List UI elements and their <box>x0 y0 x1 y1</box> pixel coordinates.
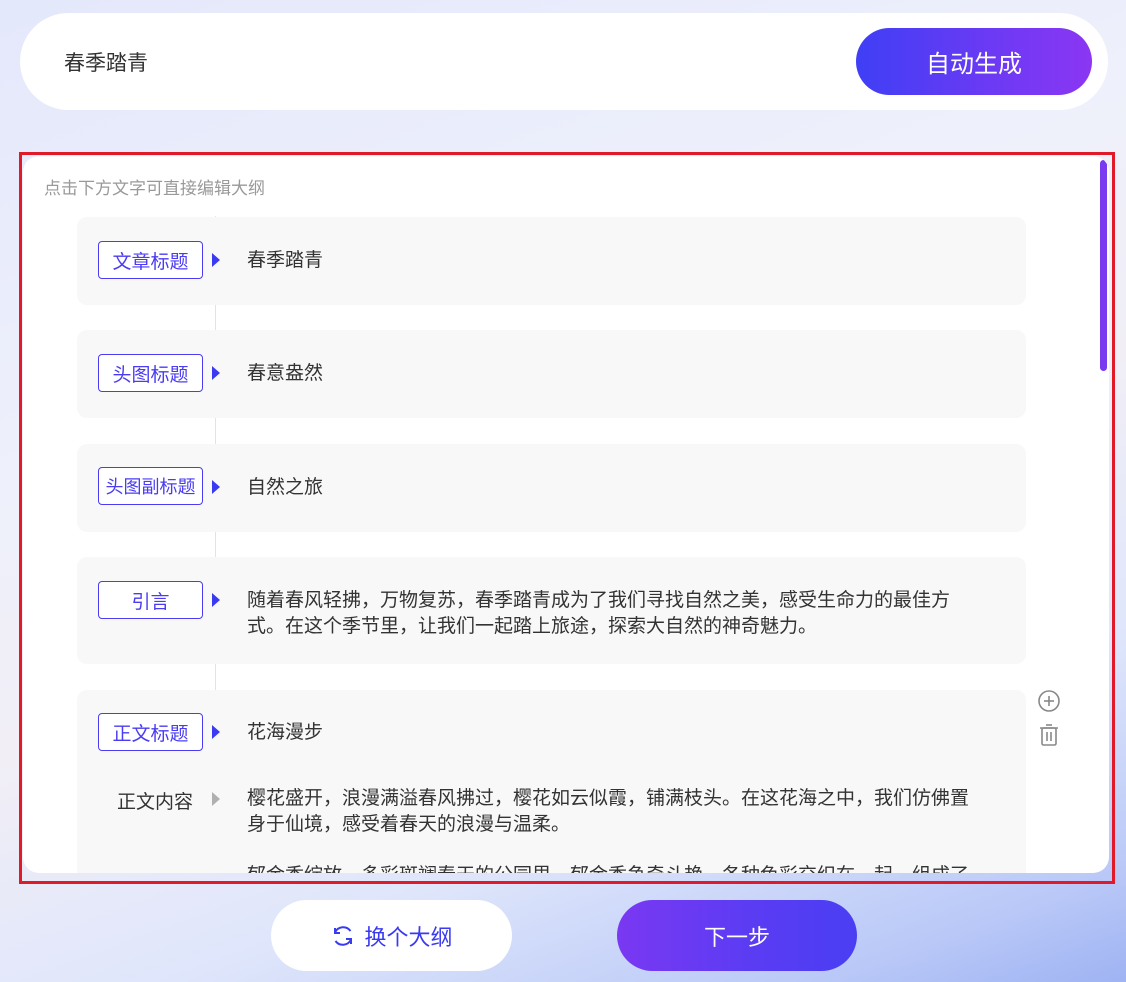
next-step-button[interactable]: 下一步 <box>617 900 857 971</box>
change-outline-button[interactable]: 换个大纲 <box>271 900 512 971</box>
topic-bar: 春季踏青 自动生成 <box>20 13 1108 110</box>
auto-generate-button[interactable]: 自动生成 <box>856 28 1092 95</box>
topic-input[interactable]: 春季踏青 <box>64 47 148 77</box>
change-outline-label: 换个大纲 <box>364 925 453 951</box>
highlight-frame <box>19 152 1115 884</box>
refresh-icon <box>334 925 353 946</box>
